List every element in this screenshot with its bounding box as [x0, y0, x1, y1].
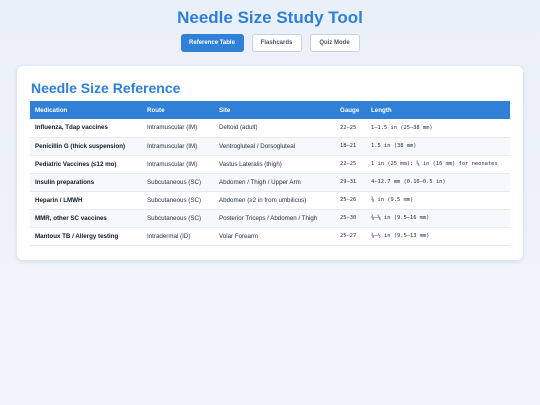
table-header-row: Medication Route Site Gauge Length	[30, 101, 510, 119]
gauge-cell: 22–25	[335, 119, 366, 138]
length-cell: 1–1.5 in (25–38 mm)	[366, 119, 510, 138]
route-cell: Intramuscular (IM)	[142, 137, 214, 156]
reference-table: Medication Route Site Gauge Length Influ…	[30, 101, 510, 246]
route-cell: Subcutaneous (SC)	[142, 209, 214, 228]
column-header-route: Route	[142, 101, 214, 119]
route-cell: Intradermal (ID)	[142, 227, 214, 246]
route-cell: Subcutaneous (SC)	[142, 173, 214, 192]
length-cell: ⅜–½ in (9.5–13 mm)	[366, 227, 510, 246]
reference-card: Needle Size Reference Medication Route S…	[17, 66, 523, 260]
route-cell: Subcutaneous (SC)	[142, 191, 214, 210]
tab-reference-table[interactable]: Reference Table	[180, 34, 244, 52]
site-cell: Posterior Triceps / Abdomen / Thigh	[214, 209, 335, 228]
gauge-cell: 29–31	[335, 173, 366, 192]
length-cell: ⅜–⅝ in (9.5–16 mm)	[366, 209, 510, 228]
length-cell: 1 in (25 mm); ⅝ in (16 mm) for neonates	[366, 155, 510, 174]
column-header-site: Site	[214, 101, 335, 119]
table-row: Influenza, Tdap vaccines Intramuscular (…	[30, 119, 510, 138]
page-title: Needle Size Study Tool	[177, 8, 363, 27]
medication-cell: MMR, other SC vaccines	[30, 209, 142, 228]
gauge-cell: 18–21	[335, 137, 366, 156]
site-cell: Volar Forearm	[214, 227, 335, 246]
medication-cell: Heparin / LMWH	[30, 191, 142, 210]
medication-cell: Insulin preparations	[30, 173, 142, 192]
mode-tabs: Reference Table Flashcards Quiz Mode	[0, 34, 540, 52]
table-row: Insulin preparations Subcutaneous (SC) A…	[30, 173, 510, 192]
medication-cell: Penicillin G (thick suspension)	[30, 137, 142, 156]
column-header-length: Length	[366, 101, 510, 119]
column-header-medication: Medication	[30, 101, 142, 119]
site-cell: Abdomen (≥2 in from umbilicus)	[214, 191, 335, 210]
length-cell: 1.5 in (38 mm)	[366, 137, 510, 156]
table-row: Mantoux TB / Allergy testing Intradermal…	[30, 227, 510, 246]
site-cell: Vastus Lateralis (thigh)	[214, 155, 335, 174]
table-row: Heparin / LMWH Subcutaneous (SC) Abdomen…	[30, 191, 510, 210]
gauge-cell: 25–30	[335, 209, 366, 228]
site-cell: Ventrogluteal / Dorsogluteal	[214, 137, 335, 156]
length-cell: 4–12.7 mm (0.16–0.5 in)	[366, 173, 510, 192]
gauge-cell: 25–27	[335, 227, 366, 246]
site-cell: Deltoid (adult)	[214, 119, 335, 138]
route-cell: Intramuscular (IM)	[142, 119, 214, 138]
route-cell: Intramuscular (IM)	[142, 155, 214, 174]
table-row: Penicillin G (thick suspension) Intramus…	[30, 137, 510, 156]
table-row: MMR, other SC vaccines Subcutaneous (SC)…	[30, 209, 510, 228]
table-row: Pediatric Vaccines (≤12 mo) Intramuscula…	[30, 155, 510, 174]
tab-quiz-mode[interactable]: Quiz Mode	[309, 34, 360, 52]
site-cell: Abdomen / Thigh / Upper Arm	[214, 173, 335, 192]
medication-cell: Influenza, Tdap vaccines	[30, 119, 142, 138]
length-cell: ⅜ in (9.5 mm)	[366, 191, 510, 210]
tab-flashcards[interactable]: Flashcards	[251, 34, 302, 52]
medication-cell: Mantoux TB / Allergy testing	[30, 227, 142, 246]
gauge-cell: 25–26	[335, 191, 366, 210]
column-header-gauge: Gauge	[335, 101, 366, 119]
medication-cell: Pediatric Vaccines (≤12 mo)	[30, 155, 142, 174]
reference-title: Needle Size Reference	[31, 80, 181, 96]
gauge-cell: 22–25	[335, 155, 366, 174]
